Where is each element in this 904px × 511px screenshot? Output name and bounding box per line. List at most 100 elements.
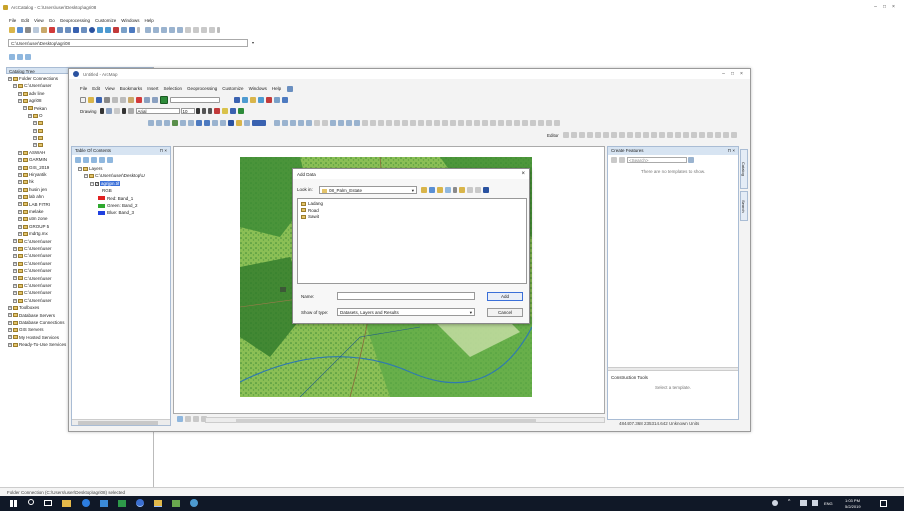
catalog-menu-go[interactable]: Go bbox=[49, 18, 55, 23]
expand-icon[interactable]: + bbox=[8, 313, 12, 318]
font-color-swatch-icon[interactable] bbox=[127, 108, 134, 114]
go-back-icon[interactable] bbox=[196, 120, 202, 126]
edit-extra-l-icon[interactable] bbox=[730, 132, 737, 138]
expand-icon[interactable]: + bbox=[8, 328, 12, 333]
organize-templates-icon[interactable] bbox=[611, 157, 617, 163]
collapse-icon[interactable]: − bbox=[78, 166, 82, 171]
pan-selected-icon[interactable] bbox=[338, 120, 344, 126]
find-icon[interactable] bbox=[244, 120, 250, 126]
extra-tool-a-icon[interactable] bbox=[378, 120, 384, 126]
delete-map-icon[interactable] bbox=[136, 97, 142, 103]
arcmap-menu-view[interactable]: View bbox=[105, 86, 115, 91]
arcmap-menu-edit[interactable]: Edit bbox=[92, 86, 100, 91]
zoom-selected-icon[interactable] bbox=[330, 120, 336, 126]
editor-menu[interactable]: Editor bbox=[547, 133, 559, 138]
edit-extra-f-icon[interactable] bbox=[682, 132, 689, 138]
fixed-zoom-in-icon[interactable] bbox=[180, 120, 186, 126]
extra-tool-q-icon[interactable] bbox=[506, 120, 512, 126]
split-icon[interactable] bbox=[602, 132, 609, 138]
full-extent-icon[interactable] bbox=[169, 27, 175, 33]
copy-icon[interactable] bbox=[33, 27, 39, 33]
expand-icon[interactable]: + bbox=[13, 276, 17, 281]
fixed-zoom-out-icon[interactable] bbox=[188, 120, 194, 126]
expand-icon[interactable]: + bbox=[23, 106, 27, 111]
notification-icon[interactable] bbox=[880, 500, 887, 507]
html-popup-icon[interactable] bbox=[362, 120, 368, 126]
edit-extra-b-icon[interactable] bbox=[650, 132, 657, 138]
delete-icon[interactable] bbox=[49, 27, 55, 33]
select-by-loc-icon[interactable] bbox=[354, 120, 360, 126]
python-icon[interactable] bbox=[121, 27, 127, 33]
expand-icon[interactable]: + bbox=[18, 91, 22, 96]
refresh-icon[interactable] bbox=[25, 54, 31, 60]
arcmap-menu-file[interactable]: File bbox=[80, 86, 87, 91]
arcmap-menu-selection[interactable]: Selection bbox=[164, 86, 183, 91]
extra-tool-m-icon[interactable] bbox=[474, 120, 480, 126]
expand-icon[interactable]: + bbox=[13, 84, 17, 89]
arcmap-menu-bookmarks[interactable]: Bookmarks bbox=[120, 86, 143, 91]
map-zoom-out-icon[interactable] bbox=[156, 120, 162, 126]
edit-extra-i-icon[interactable] bbox=[706, 132, 713, 138]
minimize-icon[interactable]: – bbox=[871, 4, 880, 10]
task-view-icon[interactable] bbox=[44, 500, 52, 506]
arcmap-menu-insert[interactable]: Insert bbox=[147, 86, 158, 91]
close-icon[interactable]: × bbox=[889, 4, 898, 10]
copy-map-icon[interactable] bbox=[120, 97, 126, 103]
connect-folder-icon[interactable] bbox=[17, 27, 23, 33]
zoom-out-icon[interactable] bbox=[153, 27, 159, 33]
app-map-icon[interactable] bbox=[172, 500, 180, 507]
home-icon[interactable] bbox=[429, 187, 435, 193]
expand-icon[interactable]: + bbox=[8, 76, 12, 81]
edge-icon[interactable] bbox=[82, 499, 90, 507]
tray-volume-icon[interactable] bbox=[812, 500, 818, 506]
toc-scroll-thumb[interactable] bbox=[78, 421, 158, 425]
create-features-search-input[interactable]: <Search> bbox=[627, 157, 687, 163]
thumbnails-icon[interactable] bbox=[81, 27, 87, 33]
expand-icon[interactable]: + bbox=[13, 239, 17, 244]
sketch-icon[interactable] bbox=[570, 132, 577, 138]
edit-extra-g-icon[interactable] bbox=[690, 132, 697, 138]
italic-icon[interactable] bbox=[201, 108, 206, 114]
edit-tool-icon[interactable] bbox=[562, 132, 569, 138]
open-icon[interactable] bbox=[88, 97, 94, 103]
arctoolbox-icon[interactable] bbox=[266, 97, 272, 103]
new-folder-icon[interactable] bbox=[467, 187, 473, 193]
tray-time[interactable]: 1:03 PM bbox=[845, 498, 860, 503]
add-data-icon[interactable] bbox=[160, 96, 168, 104]
cut-icon[interactable] bbox=[112, 97, 118, 103]
snap-icon[interactable] bbox=[370, 120, 376, 126]
text-color-icon[interactable] bbox=[213, 108, 220, 114]
extra-tool-v-icon[interactable] bbox=[546, 120, 552, 126]
expand-icon[interactable]: + bbox=[13, 246, 17, 251]
model-builder-icon[interactable] bbox=[129, 27, 135, 33]
edit-extra-k-icon[interactable] bbox=[722, 132, 729, 138]
marker-color-icon[interactable] bbox=[237, 108, 244, 114]
maximize-icon[interactable]: □ bbox=[880, 4, 889, 10]
underline-icon[interactable] bbox=[207, 108, 212, 114]
list-by-selection-icon[interactable] bbox=[99, 157, 105, 163]
edit-extra-d-icon[interactable] bbox=[666, 132, 673, 138]
expand-icon[interactable]: + bbox=[33, 135, 37, 140]
rotate-feature-icon[interactable] bbox=[610, 132, 617, 138]
extra-tool-w-icon[interactable] bbox=[554, 120, 560, 126]
list-by-source-icon[interactable] bbox=[83, 157, 89, 163]
graph-icon[interactable] bbox=[314, 120, 320, 126]
create-features-divider[interactable] bbox=[608, 367, 738, 371]
create-features-icon[interactable] bbox=[634, 132, 641, 138]
paste-map-icon[interactable] bbox=[128, 97, 134, 103]
collapse-icon[interactable]: − bbox=[90, 181, 94, 186]
extra-tool-r-icon[interactable] bbox=[514, 120, 520, 126]
connect-to-folder-icon[interactable] bbox=[437, 187, 443, 193]
bold-icon[interactable] bbox=[195, 108, 200, 114]
app-arcmap-icon[interactable] bbox=[136, 499, 144, 507]
arcmap-maximize-icon[interactable]: □ bbox=[728, 71, 737, 77]
toc-options-icon[interactable] bbox=[107, 157, 113, 163]
drawing-menu[interactable]: Drawing bbox=[80, 109, 97, 114]
look-in-select[interactable]: 08_Palm_Estate ▾ bbox=[319, 186, 417, 194]
toolbox-icon[interactable] bbox=[113, 27, 119, 33]
arcmap-menu-help[interactable]: Help bbox=[272, 86, 281, 91]
clear-selection-icon[interactable] bbox=[220, 120, 226, 126]
app-catalog-icon[interactable] bbox=[154, 500, 162, 507]
paste-icon[interactable] bbox=[41, 27, 47, 33]
select-elements-icon[interactable] bbox=[99, 108, 104, 114]
